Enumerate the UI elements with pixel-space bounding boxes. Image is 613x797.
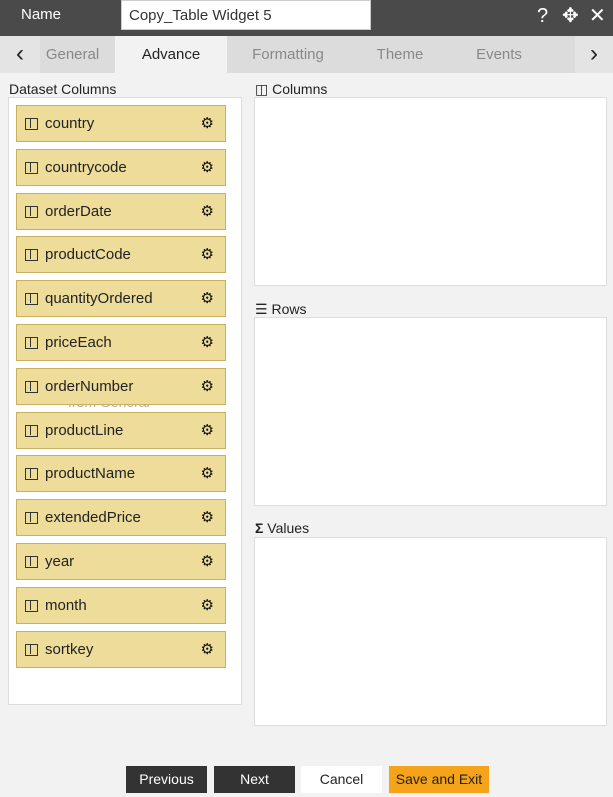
column-icon <box>25 161 38 174</box>
column-name: productLine <box>45 421 124 439</box>
name-input[interactable] <box>121 0 371 30</box>
close-icon[interactable]: ✕ <box>589 4 606 28</box>
column-icon <box>25 293 38 306</box>
column-icon <box>25 512 38 525</box>
gear-icon[interactable]: ⚙ <box>201 237 214 272</box>
gear-icon[interactable]: ⚙ <box>201 632 214 667</box>
column-name: sortkey <box>45 640 94 658</box>
column-icon <box>25 118 38 130</box>
gear-icon[interactable]: ⚙ <box>201 413 214 448</box>
column-icon <box>25 337 38 349</box>
column-name: extendedPrice <box>45 509 141 527</box>
gear-icon[interactable]: ⚙ <box>201 106 214 141</box>
dataset-column-item[interactable]: orderDate ⚙ <box>16 192 226 230</box>
dataset-column-item[interactable]: productName ⚙ <box>16 455 226 493</box>
column-name: country <box>45 115 95 132</box>
values-drop-zone[interactable] <box>254 537 607 726</box>
values-title: Σ Values <box>255 520 310 536</box>
dataset-column-item[interactable]: sortkey ⚙ <box>16 630 226 668</box>
dataset-column-item[interactable]: country ⚙ <box>16 105 226 142</box>
rows-icon: ☰ <box>255 301 268 317</box>
column-icon <box>25 556 38 568</box>
gear-icon[interactable]: ⚙ <box>201 500 214 535</box>
column-name: month <box>45 596 87 614</box>
tab-formatting[interactable]: Formatting <box>227 36 349 73</box>
column-icon <box>25 468 38 481</box>
header-bar: Name ? ✥ ✕ <box>0 0 613 36</box>
gear-icon[interactable]: ⚙ <box>201 325 214 360</box>
column-icon <box>25 424 38 437</box>
dataset-column-item[interactable]: countrycode ⚙ <box>16 148 226 186</box>
column-name: orderNumber <box>45 377 134 395</box>
dataset-column-item[interactable]: priceEach ⚙ <box>16 324 226 361</box>
gear-icon[interactable]: ⚙ <box>201 281 214 316</box>
rows-drop-zone[interactable] <box>254 317 607 506</box>
gear-icon[interactable]: ⚙ <box>201 150 214 185</box>
column-name: productName <box>45 465 136 483</box>
column-icon <box>25 599 38 612</box>
tab-theme[interactable]: Theme <box>349 36 451 73</box>
dataset-column-item[interactable]: orderNumber ⚙ <box>16 367 226 405</box>
column-name: countrycode <box>45 158 127 176</box>
column-name: year <box>45 553 75 570</box>
column-name: priceEach <box>45 334 112 351</box>
save-and-exit-button[interactable]: Save and Exit <box>389 766 489 793</box>
dataset-columns-title: Dataset Columns <box>9 81 117 97</box>
chevron-right-icon[interactable]: › <box>575 36 613 73</box>
dataset-column-item[interactable]: productLine ⚙ <box>16 411 226 449</box>
name-label: Name <box>21 6 62 23</box>
gear-icon[interactable]: ⚙ <box>201 194 214 229</box>
dataset-column-item[interactable]: month ⚙ <box>16 586 226 624</box>
gear-icon[interactable]: ⚙ <box>201 369 214 404</box>
column-icon <box>25 380 38 393</box>
tab-general[interactable]: General <box>30 36 115 73</box>
previous-button[interactable]: Previous <box>126 766 207 793</box>
dataset-column-item[interactable]: productCode ⚙ <box>16 236 226 274</box>
help-icon[interactable]: ? <box>537 4 548 28</box>
rows-title: ☰ Rows <box>255 301 307 317</box>
column-name: orderDate <box>45 202 112 220</box>
cancel-button[interactable]: Cancel <box>301 766 382 793</box>
tab-bar: General Advance Formatting Theme Events … <box>0 36 613 73</box>
dataset-column-item[interactable]: year ⚙ <box>16 543 226 580</box>
columns-title: ◫ Columns <box>255 81 328 97</box>
sigma-icon: Σ <box>255 520 264 536</box>
move-icon[interactable]: ✥ <box>562 4 579 28</box>
column-icon <box>25 205 38 218</box>
gear-icon[interactable]: ⚙ <box>201 588 214 623</box>
column-name: productCode <box>45 246 131 264</box>
columns-icon: ◫ <box>255 81 269 97</box>
column-icon <box>25 249 38 262</box>
tab-advance[interactable]: Advance <box>115 36 227 73</box>
chevron-left-icon[interactable]: ‹ <box>0 36 40 73</box>
dataset-column-item[interactable]: quantityOrdered ⚙ <box>16 280 226 318</box>
dataset-column-item[interactable]: extendedPrice ⚙ <box>16 499 226 537</box>
next-button[interactable]: Next <box>214 766 295 793</box>
column-name: quantityOrdered <box>45 290 153 308</box>
gear-icon[interactable]: ⚙ <box>201 544 214 579</box>
gear-icon[interactable]: ⚙ <box>201 456 214 491</box>
column-icon <box>25 643 38 656</box>
tab-events[interactable]: Events <box>451 36 547 73</box>
columns-drop-zone[interactable] <box>254 97 607 286</box>
